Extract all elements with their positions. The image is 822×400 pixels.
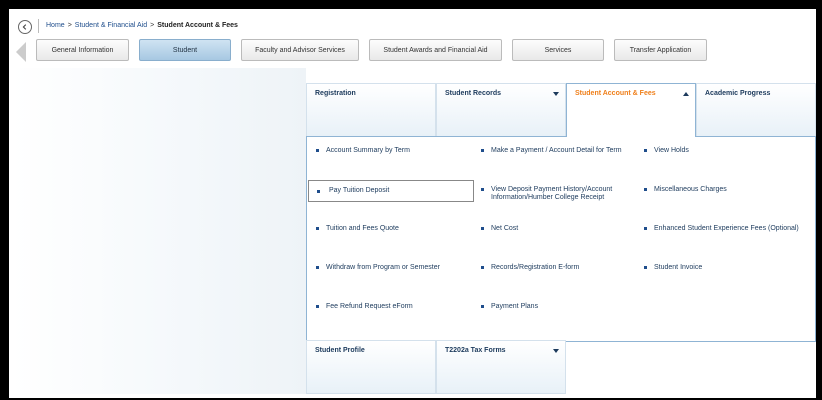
tab-faculty-advisor-services[interactable]: Faculty and Advisor Services: [241, 39, 359, 61]
tab-bar: General Information Student Faculty and …: [36, 39, 707, 61]
category-academic-progress[interactable]: Academic Progress: [696, 83, 816, 137]
submenu-panel: [306, 136, 816, 342]
menu-item-payment-plans[interactable]: Payment Plans: [481, 303, 631, 311]
breadcrumb-current: Student Account & Fees: [157, 22, 238, 29]
breadcrumb-parent[interactable]: Student & Financial Aid: [75, 22, 147, 29]
tab-general-information[interactable]: General Information: [36, 39, 129, 61]
menu-item-tuition-fees-quote[interactable]: Tuition and Fees Quote: [316, 225, 476, 233]
menu-item-withdraw[interactable]: Withdraw from Program or Semester: [316, 264, 476, 272]
menu-item-enhanced-student-experience-fees[interactable]: Enhanced Student Experience Fees (Option…: [644, 225, 809, 233]
category-label: T2202a Tax Forms: [445, 347, 506, 354]
category-t2202a-tax-forms[interactable]: T2202a Tax Forms: [436, 340, 566, 394]
menu-item-account-summary-by-term[interactable]: Account Summary by Term: [316, 147, 476, 155]
category-student-records[interactable]: Student Records: [436, 83, 566, 137]
breadcrumb-separator: >: [150, 22, 155, 29]
category-label: Student Profile: [315, 347, 365, 354]
category-registration[interactable]: Registration: [306, 83, 436, 137]
breadcrumb: Home > Student & Financial Aid > Student Acc…: [46, 22, 238, 29]
category-label: Student Records: [445, 90, 502, 97]
menu-item-make-payment[interactable]: Make a Payment / Account Detail for Term: [481, 147, 631, 155]
breadcrumb-separator: >: [67, 22, 72, 29]
window-frame-left: [0, 0, 9, 400]
category-label: Student Account & Fees: [575, 90, 656, 97]
menu-item-net-cost[interactable]: Net Cost: [481, 225, 631, 233]
back-arrow-icon: [22, 24, 27, 30]
tab-student-awards-financial-aid[interactable]: Student Awards and Financial Aid: [369, 39, 502, 61]
menu-item-view-holds[interactable]: View Holds: [644, 147, 809, 155]
breadcrumb-home[interactable]: Home: [46, 22, 65, 29]
chevron-down-icon: [553, 349, 559, 353]
menu-item-student-invoice[interactable]: Student Invoice: [644, 264, 809, 272]
tabs-scroll-left-icon[interactable]: [16, 42, 26, 62]
tab-services[interactable]: Services: [512, 39, 604, 61]
left-background: [12, 68, 306, 394]
window-frame-right: [816, 0, 822, 400]
menu-item-pay-tuition-deposit[interactable]: Pay Tuition Deposit: [308, 180, 474, 202]
tab-student[interactable]: Student: [139, 39, 231, 61]
chevron-up-icon: [683, 92, 689, 96]
category-label: Registration: [315, 90, 356, 97]
menu-item-records-registration-eform[interactable]: Records/Registration E-form: [481, 264, 631, 272]
category-label: Academic Progress: [705, 90, 771, 97]
menu-item-view-deposit-history[interactable]: View Deposit Payment History/Account Inf…: [481, 186, 631, 202]
menu-item-miscellaneous-charges[interactable]: Miscellaneous Charges: [644, 186, 809, 194]
window-frame-top: [0, 0, 822, 9]
category-student-account-fees[interactable]: Student Account & Fees: [566, 83, 696, 137]
tab-transfer-application[interactable]: Transfer Application: [614, 39, 707, 61]
category-student-profile[interactable]: Student Profile: [306, 340, 436, 394]
divider: [38, 19, 39, 33]
menu-item-fee-refund-request[interactable]: Fee Refund Request eForm: [316, 303, 476, 311]
chevron-down-icon: [553, 92, 559, 96]
back-button[interactable]: [18, 20, 32, 34]
